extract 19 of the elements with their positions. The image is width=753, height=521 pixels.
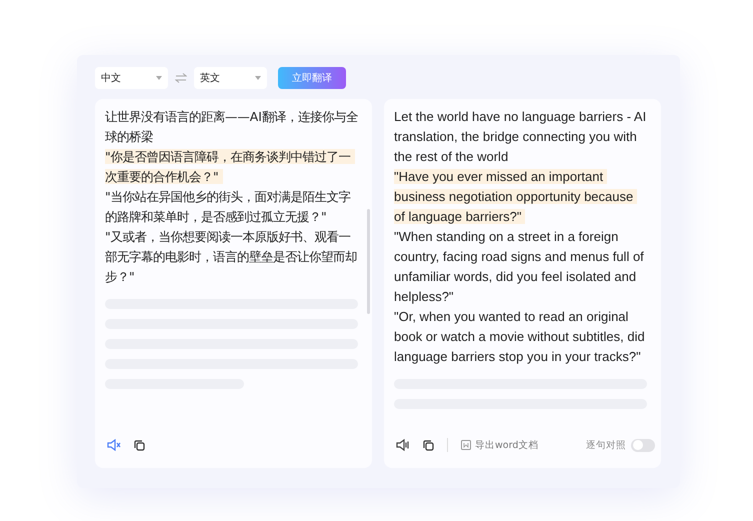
copy-icon[interactable] — [134, 440, 145, 450]
compare-toggle[interactable] — [631, 438, 655, 452]
scrollbar[interactable] — [367, 209, 370, 314]
paragraph: "When standing on a street in a foreign country, facing road signs and menus full of unfamiliar words, did you feel isolated and helpless?" — [394, 228, 645, 306]
target-language-select[interactable]: 英文 — [194, 67, 267, 89]
paragraph: "Or, when you wanted to read an original book or watch a movie without subtitles, did language barriers stop you in your tracks?" — [394, 308, 646, 366]
paragraph: Let the world have no language barriers - AI translation, the bridge connecting you with the rest of the world — [394, 108, 647, 166]
paragraph: "又或者，当你想要阅读一本原版好书、观看一部无字幕的电影时，语言的壁垒是否让你望而却步？" — [105, 228, 358, 286]
word-icon — [461, 440, 471, 450]
source-language-select[interactable]: 中文 — [95, 67, 168, 89]
caret-icon — [156, 76, 162, 80]
paragraph: 让世界没有语言的距离——AI翻译，连接你与全球的桥梁 — [105, 108, 358, 146]
toggle-label: 逐句对照 — [586, 438, 626, 452]
copy-icon[interactable] — [423, 440, 434, 450]
swap-icon[interactable] — [175, 73, 187, 83]
export-button[interactable]: 导出word文档 — [461, 438, 538, 452]
speaker-icon[interactable] — [396, 439, 410, 451]
caret-icon — [255, 76, 261, 80]
paragraph: "当你站在异国他乡的街头，面对满是陌生文字的路牌和菜单时，是否感到过孤立无援？" — [105, 188, 352, 226]
